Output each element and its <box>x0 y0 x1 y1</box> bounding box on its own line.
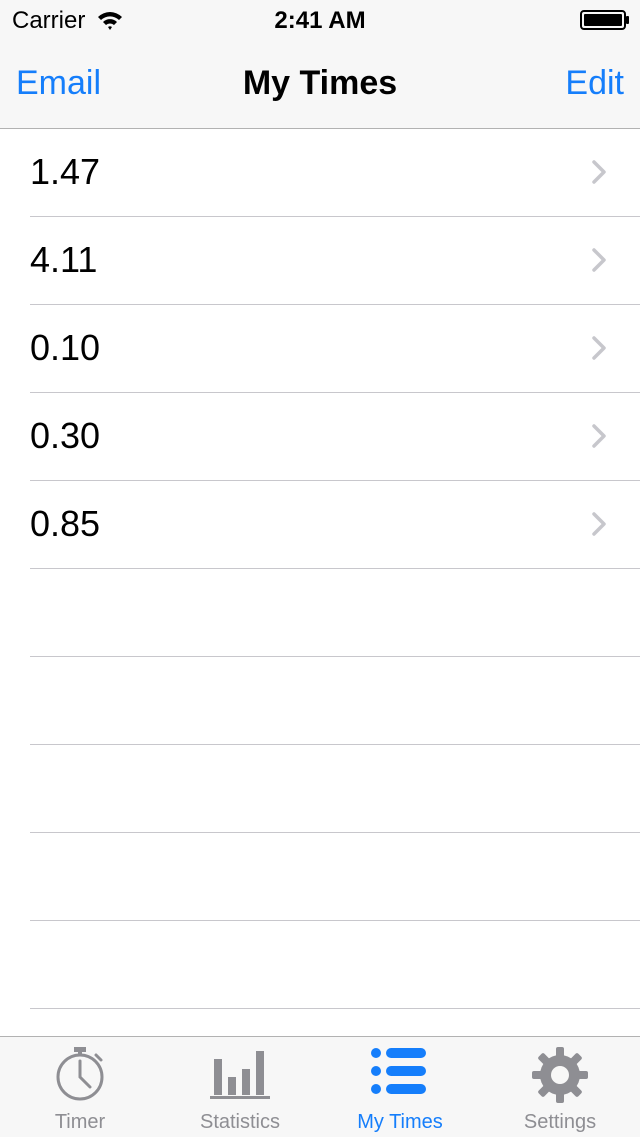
time-value: 0.10 <box>30 327 101 368</box>
tab-label: Statistics <box>199 1111 281 1133</box>
navigation-bar: Email My Times Edit <box>0 40 640 129</box>
tab-settings[interactable]: Settings <box>480 1037 640 1137</box>
tab-label: Settings <box>523 1111 597 1133</box>
chevron-right-icon <box>592 160 606 184</box>
times-table: 1.47 4.11 0.10 0.30 0.85 <box>0 129 640 1036</box>
time-value: 0.30 <box>30 415 101 456</box>
stopwatch-icon <box>56 1047 104 1101</box>
chevron-right-icon <box>592 336 606 360</box>
gear-icon <box>532 1047 588 1103</box>
chevron-right-icon <box>592 248 606 272</box>
page-title: My Times <box>242 64 398 102</box>
table-row[interactable]: 0.10 <box>30 305 640 393</box>
tab-label: Timer <box>54 1111 106 1133</box>
time-value: 1.47 <box>30 151 101 192</box>
table-row[interactable]: 1.47 <box>30 129 640 217</box>
status-bar: Carrier 2:41 AM <box>0 0 640 40</box>
table-row[interactable]: 0.85 <box>30 481 640 569</box>
tab-bar: Timer Statistics My Times Settings <box>0 1036 640 1137</box>
table-row[interactable]: 0.30 <box>30 393 640 481</box>
table-row[interactable]: 4.11 <box>30 217 640 305</box>
empty-row <box>30 833 640 921</box>
time-value: 0.85 <box>30 503 101 544</box>
empty-row <box>30 657 640 745</box>
tab-timer[interactable]: Timer <box>0 1037 160 1137</box>
empty-row <box>30 569 640 657</box>
tab-my-times[interactable]: My Times <box>320 1037 480 1137</box>
status-time: 2:41 AM <box>274 7 366 34</box>
chevron-right-icon <box>592 512 606 536</box>
bar-chart-icon <box>210 1051 270 1099</box>
empty-row <box>30 921 640 1009</box>
list-icon <box>371 1048 426 1094</box>
empty-row <box>30 745 640 833</box>
time-value: 4.11 <box>30 239 98 280</box>
chevron-right-icon <box>592 424 606 448</box>
battery-icon <box>580 10 629 30</box>
tab-label: My Times <box>357 1111 443 1133</box>
edit-button[interactable]: Edit <box>565 64 624 103</box>
tab-statistics[interactable]: Statistics <box>160 1037 320 1137</box>
